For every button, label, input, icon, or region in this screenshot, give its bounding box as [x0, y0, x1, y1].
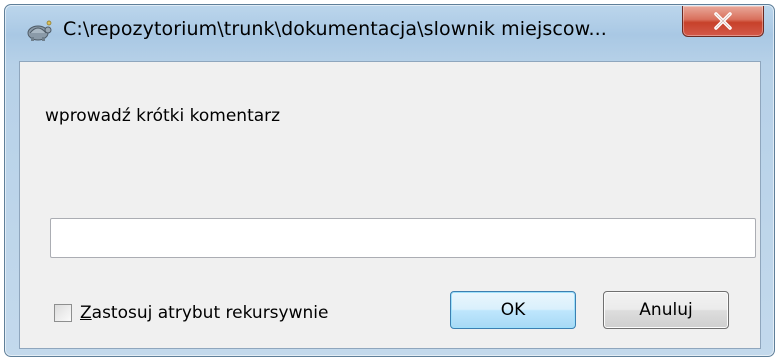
mnemonic-letter: Z [80, 303, 92, 323]
cancel-button[interactable]: Anuluj [603, 291, 729, 329]
comment-input[interactable] [50, 218, 756, 258]
recursive-checkbox-label[interactable]: Zastosuj atrybut rekursywnie [80, 303, 328, 323]
checkbox-box[interactable] [54, 304, 72, 322]
dialog-window: C:\repozytorium\trunk\dokumentacja\slown… [4, 4, 775, 357]
checkbox-label-text: astosuj atrybut rekursywnie [91, 303, 329, 323]
tortoise-svn-icon [25, 19, 53, 43]
ok-button[interactable]: OK [450, 291, 576, 329]
dialog-body: wprowadź krótki komentarz Zastosuj atryb… [19, 61, 761, 349]
prompt-label: wprowadź krótki komentarz [45, 106, 281, 126]
close-icon [714, 12, 732, 30]
window-title: C:\repozytorium\trunk\dokumentacja\slown… [63, 18, 607, 40]
title-bar[interactable]: C:\repozytorium\trunk\dokumentacja\slown… [5, 5, 774, 57]
recursive-checkbox[interactable]: Zastosuj atrybut rekursywnie [54, 301, 328, 325]
close-button[interactable] [682, 6, 764, 37]
